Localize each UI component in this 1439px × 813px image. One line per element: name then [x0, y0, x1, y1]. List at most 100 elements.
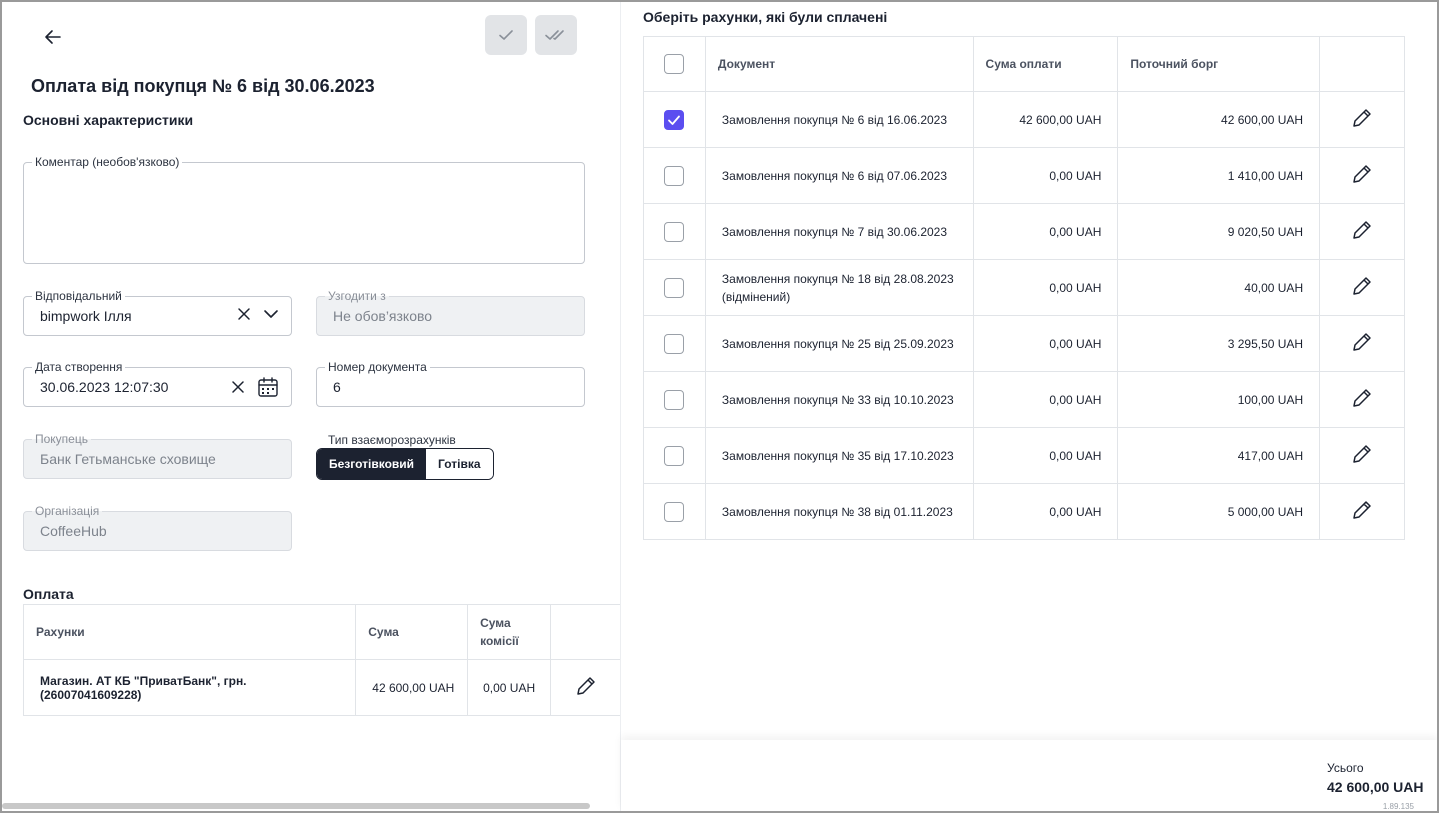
pencil-icon[interactable]	[1351, 107, 1373, 129]
row-checkbox[interactable]	[664, 277, 685, 298]
pencil-icon[interactable]	[1351, 219, 1373, 241]
save-button[interactable]	[485, 15, 527, 55]
responsible-label: Відповідальний	[32, 289, 125, 303]
pencil-icon[interactable]	[1351, 387, 1373, 409]
column-header-paid: Сума оплати	[972, 36, 1119, 92]
chevron-down-icon[interactable]	[263, 306, 279, 322]
responsible-select[interactable]: Відповідальний bimpwork Ілля	[23, 289, 292, 336]
table-row[interactable]: Замовлення покупця № 6 від 16.06.2023 42 …	[643, 91, 1405, 148]
invoices-table: Документ Сума оплати Поточний борг Замов…	[643, 36, 1405, 540]
row-checkbox-cell	[643, 483, 706, 540]
paid-amount-cell: 0,00 UAH	[972, 427, 1119, 484]
organization-field: Організація CoffeeHub	[23, 504, 292, 551]
invoice-selection-title: Оберіть рахунки, які були сплачені	[643, 9, 888, 25]
organization-value: CoffeeHub	[40, 523, 107, 539]
comment-label: Коментар (необов'язково)	[32, 155, 183, 169]
organization-label: Організація	[32, 504, 103, 518]
debt-amount-cell: 100,00 UAH	[1117, 371, 1321, 428]
table-row[interactable]: Замовлення покупця № 18 від 28.08.2023 (…	[643, 259, 1405, 316]
table-row[interactable]: Замовлення покупця № 33 від 10.10.2023 0,…	[643, 371, 1405, 428]
debt-amount-cell: 1 410,00 UAH	[1117, 147, 1321, 204]
row-checkbox[interactable]	[664, 501, 685, 522]
pencil-icon[interactable]	[1351, 499, 1373, 521]
edit-cell	[1319, 259, 1405, 316]
debt-amount-cell: 3 295,50 UAH	[1117, 315, 1321, 372]
document-number-label: Номер документа	[325, 360, 430, 374]
table-row[interactable]: Замовлення покупця № 7 від 30.06.2023 0,0…	[643, 203, 1405, 260]
check-icon	[668, 115, 681, 125]
row-checkbox[interactable]	[664, 165, 685, 186]
table-row[interactable]: Замовлення покупця № 35 від 17.10.2023 0,…	[643, 427, 1405, 484]
document-number-field[interactable]: Номер документа 6	[316, 360, 585, 407]
edit-cell	[1319, 315, 1405, 372]
back-button[interactable]	[36, 20, 70, 54]
created-date-label: Дата створення	[32, 360, 126, 374]
version-label: 1.89.135	[1382, 802, 1414, 811]
calendar-icon[interactable]	[257, 376, 279, 398]
table-row[interactable]: Замовлення покупця № 25 від 25.09.2023 0,…	[643, 315, 1405, 372]
document-cell: Замовлення покупця № 33 від 10.10.2023	[704, 371, 974, 428]
payment-account-cell: Магазин. АТ КБ "ПриватБанк", грн. (26007…	[22, 659, 357, 716]
comment-field[interactable]: Коментар (необов'язково)	[23, 155, 585, 264]
table-row: Магазин. АТ КБ "ПриватБанк", грн. (26007…	[22, 659, 620, 716]
double-check-icon	[545, 30, 564, 40]
document-cell: Замовлення покупця № 6 від 07.06.2023	[704, 147, 974, 204]
payment-table: Рахунки Сума Сума комісії Магазин. АТ КБ…	[22, 604, 620, 716]
edit-cell	[1319, 91, 1405, 148]
payment-commission-cell: 0,00 UAH	[467, 659, 552, 716]
created-date-field[interactable]: Дата створення 30.06.2023 12:07:30	[23, 360, 292, 407]
row-checkbox-cell	[643, 315, 706, 372]
created-date-value: 30.06.2023 12:07:30	[40, 379, 169, 395]
row-checkbox-cell	[643, 371, 706, 428]
page-title: Оплата від покупця № 6 від 30.06.2023	[31, 76, 375, 96]
row-checkbox[interactable]	[664, 333, 685, 354]
settlement-option-cash[interactable]: Готівка	[426, 449, 493, 479]
table-row[interactable]: Замовлення покупця № 38 від 01.11.2023 0,…	[643, 483, 1405, 540]
pencil-icon[interactable]	[575, 675, 597, 697]
approve-with-placeholder: Не обов’язково	[333, 308, 433, 324]
edit-cell	[1319, 483, 1405, 540]
document-cell: Замовлення покупця № 35 від 17.10.2023	[704, 427, 974, 484]
column-header-actions	[1319, 36, 1405, 92]
payment-sum-cell: 42 600,00 UAH	[355, 659, 469, 716]
select-all-checkbox[interactable]	[664, 54, 685, 74]
column-header-commission: Сума комісії	[467, 604, 552, 660]
row-checkbox[interactable]	[664, 389, 685, 410]
pencil-icon[interactable]	[1351, 443, 1373, 465]
row-checkbox-cell	[643, 147, 706, 204]
pencil-icon[interactable]	[1351, 275, 1373, 297]
pencil-icon[interactable]	[1351, 331, 1373, 353]
clear-icon[interactable]	[237, 307, 251, 321]
row-checkbox-cell	[643, 427, 706, 484]
column-header-document: Документ	[704, 36, 974, 92]
document-cell: Замовлення покупця № 7 від 30.06.2023	[704, 203, 974, 260]
row-checkbox[interactable]	[664, 445, 685, 466]
arrow-left-icon	[45, 30, 61, 44]
save-and-post-button[interactable]	[535, 15, 577, 55]
debt-amount-cell: 5 000,00 UAH	[1117, 483, 1321, 540]
column-header-actions	[550, 604, 620, 660]
horizontal-scrollbar[interactable]	[2, 803, 590, 809]
select-all-cell	[643, 36, 706, 92]
debt-amount-cell: 9 020,50 UAH	[1117, 203, 1321, 260]
total-label: Усього	[1327, 761, 1364, 775]
paid-amount-cell: 0,00 UAH	[972, 147, 1119, 204]
row-checkbox[interactable]	[664, 109, 685, 130]
pencil-icon[interactable]	[1351, 163, 1373, 185]
paid-amount-cell: 0,00 UAH	[972, 315, 1119, 372]
debt-amount-cell: 42 600,00 UAH	[1117, 91, 1321, 148]
row-checkbox-cell	[643, 259, 706, 316]
payment-edit-cell	[550, 659, 620, 716]
buyer-value: Банк Гетьманське сховище	[40, 451, 216, 467]
edit-cell	[1319, 203, 1405, 260]
buyer-field: Покупець Банк Гетьманське сховище	[23, 432, 292, 479]
total-value: 42 600,00 UAH	[1327, 779, 1424, 795]
clear-icon[interactable]	[231, 380, 245, 394]
settlement-type-toggle: Безготівковий Готівка	[316, 448, 494, 480]
edit-cell	[1319, 147, 1405, 204]
table-row[interactable]: Замовлення покупця № 6 від 07.06.2023 0,0…	[643, 147, 1405, 204]
document-cell: Замовлення покупця № 38 від 01.11.2023	[704, 483, 974, 540]
row-checkbox[interactable]	[664, 221, 685, 242]
settlement-option-cashless[interactable]: Безготівковий	[317, 449, 427, 479]
check-icon	[499, 30, 513, 40]
